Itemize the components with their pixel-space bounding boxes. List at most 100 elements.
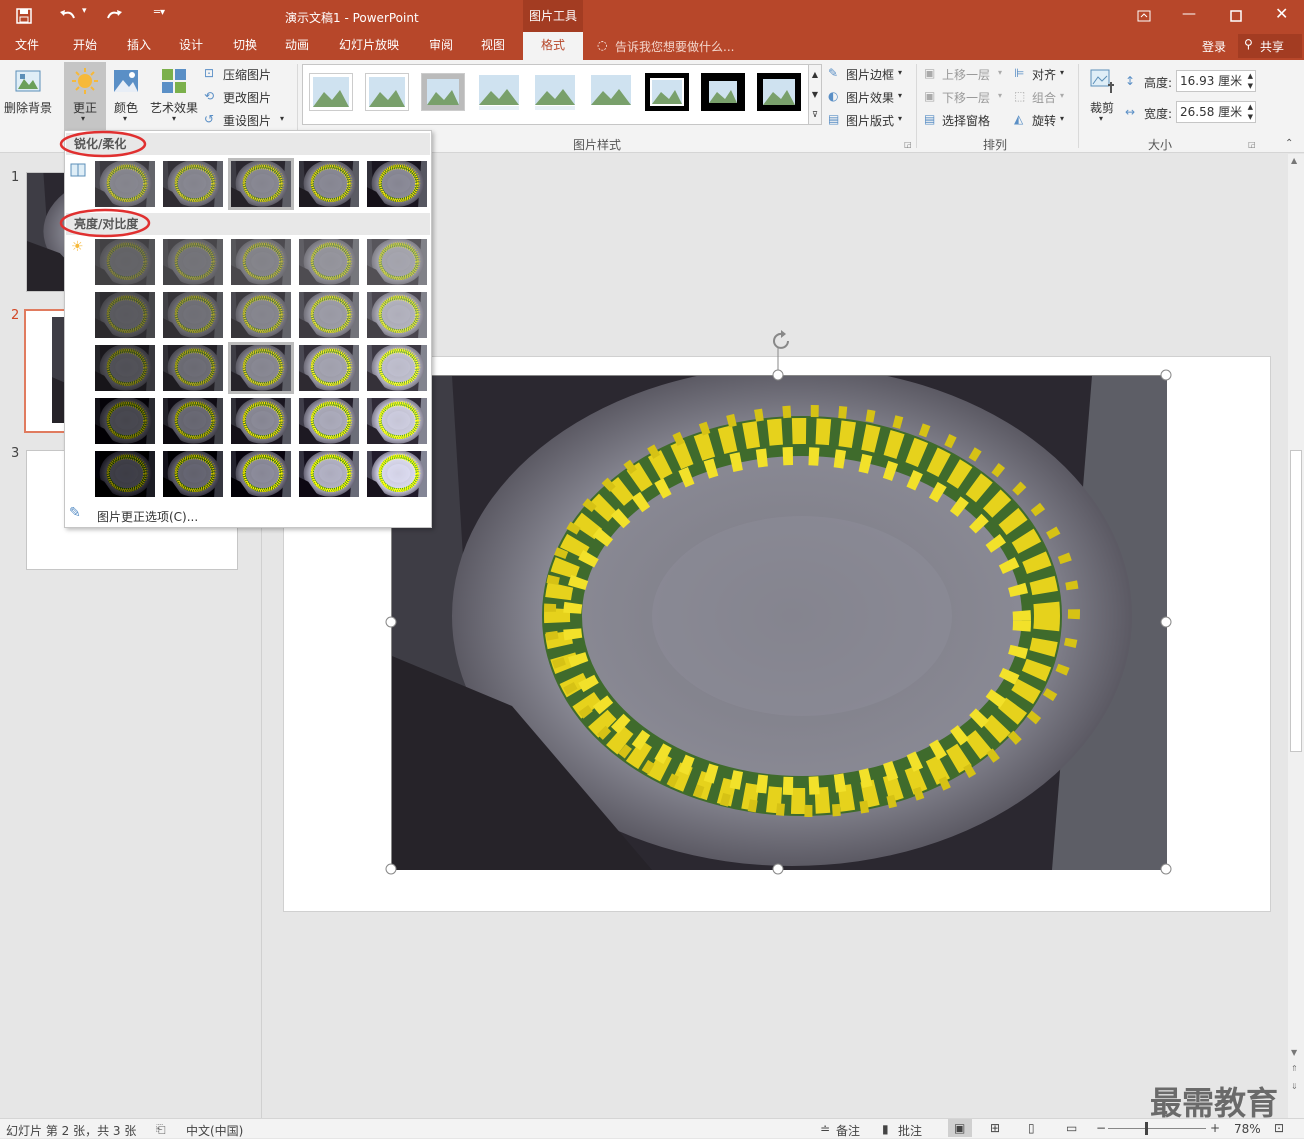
remove-background-icon[interactable] xyxy=(12,66,44,96)
picture-style-9[interactable] xyxy=(757,73,801,111)
zoom-slider[interactable] xyxy=(1108,1128,1206,1129)
brightness-option-22[interactable] xyxy=(163,451,223,497)
corrections-button[interactable]: 更正 ▾ xyxy=(64,62,106,130)
height-input[interactable]: 16.93 厘米 ▲ ▼ xyxy=(1176,70,1256,92)
brightness-option-12[interactable] xyxy=(163,345,223,391)
group-dropdown-icon[interactable]: ▾ xyxy=(1060,91,1064,100)
width-input[interactable]: 26.58 厘米 ▲ ▼ xyxy=(1176,101,1256,123)
vertical-scrollbar[interactable]: ▲ ▼ ⇑ ⇓ xyxy=(1288,154,1304,1118)
reset-dropdown-icon[interactable]: ▾ xyxy=(280,114,284,123)
picture-style-3[interactable] xyxy=(421,73,465,111)
picture-style-7[interactable] xyxy=(645,73,689,111)
brightness-option-7[interactable] xyxy=(163,292,223,338)
reading-view-icon[interactable]: ▯ xyxy=(1028,1121,1035,1135)
rotate-handle-icon[interactable] xyxy=(769,330,795,352)
brightness-option-9[interactable] xyxy=(299,292,359,338)
tab-review[interactable]: 审阅 xyxy=(416,32,466,60)
tab-view[interactable]: 视图 xyxy=(468,32,518,60)
artistic-dropdown-icon[interactable]: ▾ xyxy=(172,114,176,123)
brightness-option-5[interactable] xyxy=(367,239,427,285)
rotate-button[interactable]: 旋转 xyxy=(1032,112,1056,129)
scroll-up-icon[interactable]: ▲ xyxy=(1291,156,1297,165)
change-picture-button[interactable]: 更改图片 xyxy=(223,89,271,106)
bring-forward-button[interactable]: 上移一层 xyxy=(942,66,990,83)
brightness-option-21[interactable] xyxy=(95,451,155,497)
brightness-option-1[interactable] xyxy=(95,239,155,285)
size-launcher-icon[interactable]: ◲ xyxy=(1248,140,1256,149)
brightness-option-19[interactable] xyxy=(299,398,359,444)
align-button[interactable]: 对齐 xyxy=(1032,66,1056,83)
slide-sorter-icon[interactable]: ⊞ xyxy=(990,1121,1000,1135)
brightness-option-25[interactable] xyxy=(367,451,427,497)
sharpen-option-5[interactable] xyxy=(367,161,427,207)
ribbon-display-icon[interactable] xyxy=(1134,6,1154,26)
rotate-dropdown-icon[interactable]: ▾ xyxy=(1060,114,1064,123)
reset-picture-button[interactable]: 重设图片 xyxy=(223,112,271,129)
brightness-option-8[interactable] xyxy=(231,292,291,338)
compress-pictures-button[interactable]: 压缩图片 xyxy=(223,66,271,83)
comments-button[interactable]: 批注 xyxy=(898,1122,922,1139)
crop-icon[interactable] xyxy=(1086,66,1118,96)
picture-style-8[interactable] xyxy=(701,73,745,111)
effects-dropdown-icon[interactable]: ▾ xyxy=(898,91,902,100)
redo-icon[interactable] xyxy=(104,6,124,26)
brightness-option-17[interactable] xyxy=(163,398,223,444)
crop-dropdown-icon[interactable]: ▾ xyxy=(1099,114,1103,123)
scroll-down-icon[interactable]: ▼ xyxy=(1291,1048,1297,1057)
language-indicator[interactable]: 中文(中国) xyxy=(186,1122,243,1139)
undo-dropdown-icon[interactable]: ▾ xyxy=(82,6,87,16)
align-dropdown-icon[interactable]: ▾ xyxy=(1060,68,1064,77)
layout-dropdown-icon[interactable]: ▾ xyxy=(898,114,902,123)
tab-home[interactable]: 开始 xyxy=(60,32,110,60)
undo-icon[interactable] xyxy=(58,6,78,26)
picture-style-4[interactable] xyxy=(477,73,521,111)
tell-me-box[interactable]: 告诉我您想要做什么... xyxy=(615,38,734,55)
color-dropdown-icon[interactable]: ▾ xyxy=(123,114,127,123)
slideshow-icon[interactable]: ▭ xyxy=(1066,1121,1077,1135)
tab-design[interactable]: 设计 xyxy=(166,32,216,60)
sharpen-option-2[interactable] xyxy=(163,161,223,207)
picture-effects-button[interactable]: 图片效果 xyxy=(846,89,894,106)
share-button[interactable]: ⚲ 共享 xyxy=(1238,34,1302,58)
picture-corrections-options-link[interactable]: 图片更正选项(C)... xyxy=(97,508,198,525)
brightness-option-3[interactable] xyxy=(231,239,291,285)
save-icon[interactable] xyxy=(14,6,34,26)
brightness-option-20[interactable] xyxy=(367,398,427,444)
selection-handles[interactable] xyxy=(383,326,1175,878)
height-spinner-icon[interactable]: ▲ ▼ xyxy=(1248,71,1253,91)
brightness-option-2[interactable] xyxy=(163,239,223,285)
next-slide-icon[interactable]: ⇓ xyxy=(1291,1082,1298,1091)
spellcheck-icon[interactable]: ⎗ xyxy=(156,1122,166,1137)
group-button[interactable]: 组合 xyxy=(1032,89,1056,106)
brightness-option-13[interactable] xyxy=(228,342,294,394)
send-backward-button[interactable]: 下移一层 xyxy=(942,89,990,106)
tab-animations[interactable]: 动画 xyxy=(272,32,322,60)
tab-insert[interactable]: 插入 xyxy=(114,32,164,60)
tab-slideshow[interactable]: 幻灯片放映 xyxy=(334,32,404,60)
collapse-ribbon-icon[interactable]: ⌃ xyxy=(1285,138,1293,149)
bring-forward-dropdown-icon[interactable]: ▾ xyxy=(998,68,1002,77)
selection-pane-button[interactable]: 选择窗格 xyxy=(942,112,990,129)
brightness-option-6[interactable] xyxy=(95,292,155,338)
border-dropdown-icon[interactable]: ▾ xyxy=(898,68,902,77)
width-spinner-icon[interactable]: ▲ ▼ xyxy=(1248,102,1253,122)
styles-launcher-icon[interactable]: ◲ xyxy=(904,140,912,149)
brightness-option-4[interactable] xyxy=(299,239,359,285)
remove-background-button[interactable]: 删除背景 xyxy=(4,99,52,116)
tab-format[interactable]: 格式 xyxy=(523,32,583,60)
picture-border-button[interactable]: 图片边框 xyxy=(846,66,894,83)
zoom-out-icon[interactable]: − xyxy=(1096,1121,1106,1135)
zoom-slider-thumb[interactable] xyxy=(1145,1122,1148,1135)
tab-transitions[interactable]: 切换 xyxy=(220,32,270,60)
brightness-option-24[interactable] xyxy=(299,451,359,497)
normal-view-button[interactable]: ▣ xyxy=(948,1119,972,1137)
picture-style-1[interactable] xyxy=(309,73,353,111)
minimize-icon[interactable]: — xyxy=(1182,6,1196,22)
brightness-option-18[interactable] xyxy=(231,398,291,444)
brightness-option-10[interactable] xyxy=(367,292,427,338)
sharpen-option-3[interactable] xyxy=(228,158,294,210)
picture-style-6[interactable] xyxy=(589,73,633,111)
close-icon[interactable]: ✕ xyxy=(1275,4,1288,23)
maximize-icon[interactable] xyxy=(1228,6,1244,26)
picture-style-5[interactable] xyxy=(533,73,577,111)
